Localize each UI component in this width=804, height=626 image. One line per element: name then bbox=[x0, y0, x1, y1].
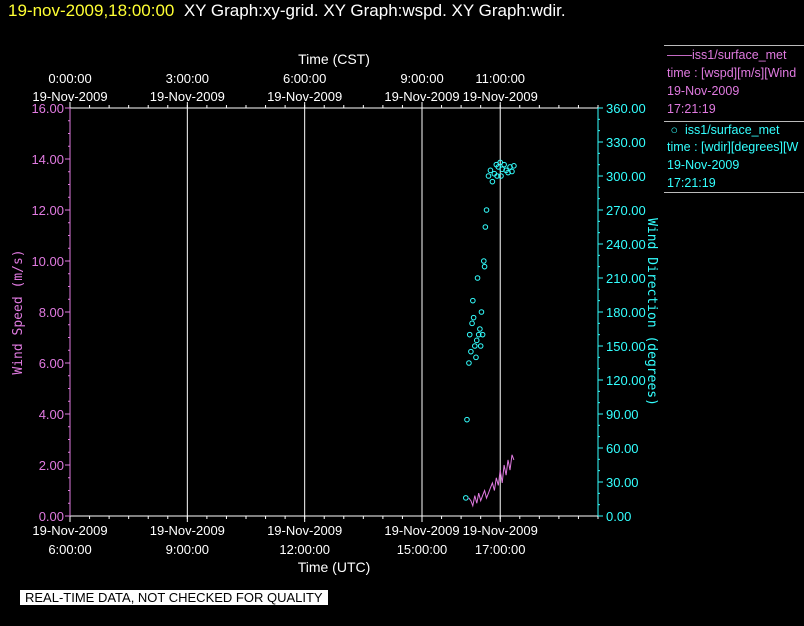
x-tick-label-date: 19-Nov-2009 bbox=[150, 523, 225, 538]
y-tick-label-left: 16.00 bbox=[31, 101, 64, 116]
y-tick-label-right: 270.00 bbox=[606, 203, 646, 218]
x-tick-label-time: 15:00:00 bbox=[397, 542, 448, 557]
y-tick-label-right: 0.00 bbox=[606, 509, 631, 524]
top-tick-label-date: 19-Nov-2009 bbox=[267, 89, 342, 104]
x-tick-label-time: 17:00:00 bbox=[475, 542, 526, 557]
legend: ——iss1/surface_met time : [wspd][m/s][Wi… bbox=[664, 45, 804, 193]
x-tick-label-date: 19-Nov-2009 bbox=[267, 523, 342, 538]
x-tick-label-time: 9:00:00 bbox=[166, 542, 209, 557]
y-tick-label-left: 0.00 bbox=[39, 509, 64, 524]
top-tick-label-time: 11:00:00 bbox=[475, 71, 525, 86]
x-tick-label-date: 19-Nov-2009 bbox=[463, 523, 538, 538]
top-tick-label-date: 19-Nov-2009 bbox=[463, 89, 538, 104]
y-tick-label-left: 14.00 bbox=[31, 152, 64, 167]
right-axis-label: Wind Direction (degrees) bbox=[644, 218, 659, 406]
legend-wdir-time: 17:21:19 bbox=[667, 176, 716, 190]
y-tick-label-left: 6.00 bbox=[39, 356, 64, 371]
y-tick-label-left: 4.00 bbox=[39, 407, 64, 422]
y-tick-label-right: 360.00 bbox=[606, 101, 646, 116]
y-tick-label-right: 330.00 bbox=[606, 135, 646, 150]
y-tick-label-right: 90.00 bbox=[606, 407, 639, 422]
y-tick-label-left: 10.00 bbox=[31, 254, 64, 269]
legend-wspd-date: 19-Nov-2009 bbox=[667, 84, 740, 98]
wdir-data-point bbox=[481, 263, 488, 270]
top-tick-label-date: 19-Nov-2009 bbox=[150, 89, 225, 104]
wdir-data-point bbox=[469, 320, 475, 327]
wdir-data-point bbox=[463, 495, 469, 501]
wdir-data-point bbox=[468, 348, 474, 355]
top-axis-label: Time (CST) bbox=[298, 51, 370, 67]
legend-wspd-series: ——iss1/surface_met bbox=[667, 48, 787, 62]
wdir-data-point bbox=[485, 173, 492, 179]
left-axis-label: Wind Speed (m/s) bbox=[11, 249, 26, 374]
top-tick-label-time: 9:00:00 bbox=[400, 71, 443, 86]
wdir-data-point bbox=[473, 337, 480, 344]
top-tick-label-time: 6:00:00 bbox=[283, 71, 326, 86]
legend-wdir-date: 19-Nov-2009 bbox=[667, 158, 740, 172]
wdir-data-point bbox=[482, 224, 489, 230]
y-tick-label-left: 12.00 bbox=[31, 203, 64, 218]
x-tick-label-time: 6:00:00 bbox=[48, 542, 91, 557]
legend-divider bbox=[664, 121, 804, 122]
wdir-data-point bbox=[478, 309, 485, 315]
y-tick-label-right: 120.00 bbox=[606, 373, 646, 388]
wdir-data-point bbox=[489, 178, 496, 185]
y-tick-label-right: 30.00 bbox=[606, 475, 639, 490]
y-tick-label-right: 300.00 bbox=[606, 169, 646, 184]
legend-wdir-series: ○ iss1/surface_met bbox=[667, 123, 780, 137]
top-tick-label-time: 0:00:00 bbox=[48, 71, 91, 86]
wdir-data-point bbox=[466, 331, 473, 338]
y-tick-label-right: 210.00 bbox=[606, 271, 646, 286]
quality-disclaimer: REAL-TIME DATA, NOT CHECKED FOR QUALITY bbox=[20, 590, 328, 605]
wdir-data-point bbox=[477, 326, 483, 332]
legend-wspd-var: time : [wspd][m/s][Wind bbox=[667, 66, 797, 80]
legend-divider bbox=[664, 192, 804, 193]
legend-divider bbox=[664, 45, 804, 46]
wdir-data-point bbox=[470, 297, 476, 304]
y-tick-label-right: 60.00 bbox=[606, 441, 639, 456]
wdir-data-point bbox=[470, 314, 477, 321]
wdir-data-point bbox=[483, 207, 490, 213]
wdir-data-point bbox=[472, 343, 478, 349]
y-tick-label-right: 180.00 bbox=[606, 305, 646, 320]
wdir-data-point bbox=[474, 275, 481, 281]
wdir-data-point bbox=[477, 343, 484, 349]
y-tick-label-right: 150.00 bbox=[606, 339, 646, 354]
wdir-data-point bbox=[480, 258, 487, 264]
wdir-data-point bbox=[473, 354, 479, 361]
y-tick-label-left: 2.00 bbox=[39, 458, 64, 473]
x-tick-label-time: 12:00:00 bbox=[279, 542, 330, 557]
x-tick-label-date: 19-Nov-2009 bbox=[384, 523, 459, 538]
wspd-series-line bbox=[468, 454, 515, 508]
wdir-data-point bbox=[464, 416, 470, 423]
wdir-data-point bbox=[501, 161, 507, 168]
bottom-axis-label: Time (UTC) bbox=[298, 559, 371, 575]
x-tick-label-date: 19-Nov-2009 bbox=[32, 523, 107, 538]
wdir-data-point bbox=[487, 167, 494, 174]
top-tick-label-time: 3:00:00 bbox=[166, 71, 209, 86]
top-tick-label-date: 19-Nov-2009 bbox=[384, 89, 459, 104]
wdir-data-point bbox=[466, 360, 472, 366]
y-tick-label-left: 8.00 bbox=[39, 305, 64, 320]
y-tick-label-right: 240.00 bbox=[606, 237, 646, 252]
legend-wspd-time: 17:21:19 bbox=[667, 102, 716, 116]
legend-wdir-var: time : [wdir][degrees][W bbox=[667, 140, 799, 154]
